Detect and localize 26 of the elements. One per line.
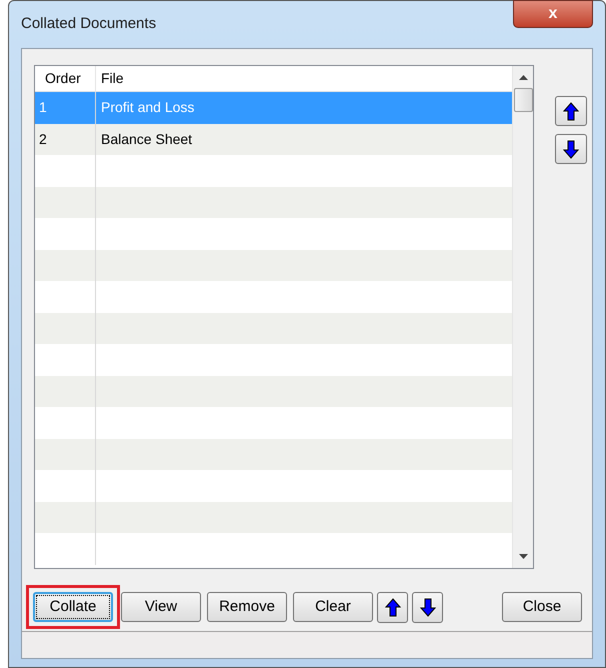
move-up-button[interactable] <box>555 96 587 126</box>
table-cell-text: 2 <box>39 130 47 149</box>
scroll-up-icon[interactable] <box>518 75 528 80</box>
dialog-button[interactable]: Close <box>502 592 582 622</box>
up-arrow-icon <box>563 102 579 120</box>
column-header[interactable]: File <box>101 68 124 89</box>
table-cell-text: Balance Sheet <box>101 130 192 149</box>
dialog-button[interactable]: Remove <box>207 592 287 622</box>
move-down-button[interactable] <box>555 134 587 164</box>
dialog-button[interactable]: Collate <box>33 592 113 622</box>
scroll-down-icon[interactable] <box>518 554 528 559</box>
up-arrow-icon <box>384 598 400 616</box>
table-cell-text: 1 <box>39 98 47 118</box>
dialog-button[interactable]: Clear <box>293 592 373 622</box>
down-arrow-icon <box>563 140 579 158</box>
column-header[interactable]: Order <box>45 68 81 89</box>
move-down-button[interactable] <box>412 592 443 622</box>
down-arrow-icon <box>420 598 436 616</box>
table-cell-text: Profit and Loss <box>101 98 194 118</box>
list-row[interactable]: 2 Balance Sheet <box>35 124 512 155</box>
move-up-button[interactable] <box>377 592 408 622</box>
scrollbar-thumb[interactable] <box>514 88 532 112</box>
window-title: Collated Documents <box>21 14 156 34</box>
scrollbar[interactable] <box>512 66 533 568</box>
window-close-button[interactable]: x <box>513 0 593 28</box>
dialog-button[interactable]: View <box>121 592 201 622</box>
